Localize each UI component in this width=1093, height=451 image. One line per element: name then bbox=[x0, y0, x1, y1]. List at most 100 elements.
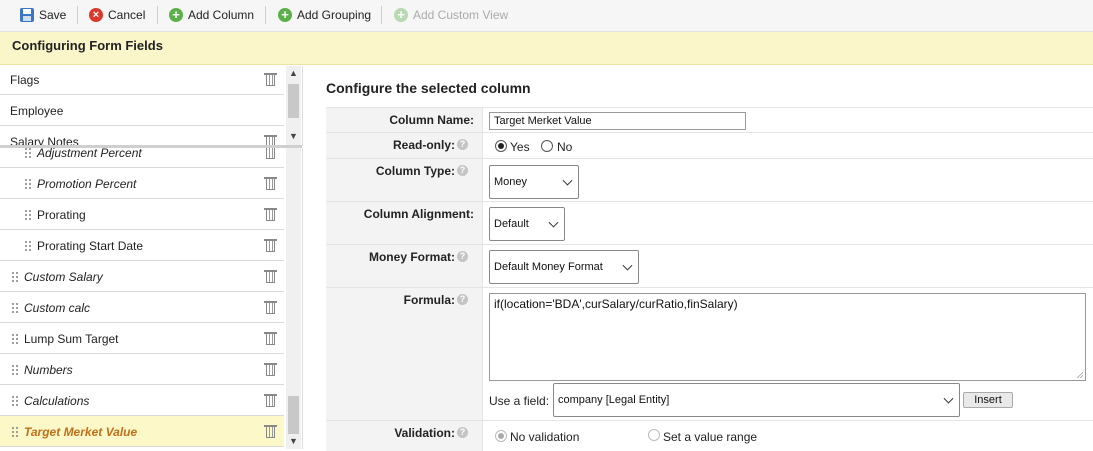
drag-handle-icon[interactable] bbox=[11, 395, 18, 406]
resize-handle-icon[interactable] bbox=[1076, 371, 1083, 378]
trash-icon[interactable] bbox=[264, 330, 277, 345]
scrollbar-thumb[interactable] bbox=[288, 396, 299, 434]
validation-label: Validation: bbox=[394, 426, 455, 440]
drag-handle-icon[interactable] bbox=[11, 364, 18, 375]
column-type-label-cell: Column Type: ? bbox=[326, 159, 483, 202]
drag-handle-icon[interactable] bbox=[24, 209, 31, 220]
cancel-button[interactable]: × Cancel bbox=[89, 6, 145, 24]
alignment-label-cell: Column Alignment: bbox=[326, 202, 483, 245]
no-validation-radio[interactable] bbox=[495, 430, 507, 442]
column-name-input[interactable]: Target Merket Value bbox=[489, 112, 746, 130]
list-item[interactable]: Custom Salary bbox=[0, 261, 284, 292]
cancel-label: Cancel bbox=[108, 8, 146, 22]
readonly-label: Read-only: bbox=[392, 138, 455, 152]
insert-button[interactable]: Insert bbox=[963, 392, 1013, 408]
field-list-scrollbar[interactable]: ▼ bbox=[286, 148, 301, 449]
column-name-label: Column Name: bbox=[389, 113, 474, 127]
page-header: Configuring Form Fields bbox=[0, 32, 1093, 65]
readonly-no-label: No bbox=[557, 140, 573, 154]
money-format-select[interactable]: Default Money Format bbox=[489, 250, 639, 284]
list-item[interactable]: Prorating Start Date bbox=[0, 230, 284, 261]
trash-icon[interactable] bbox=[264, 175, 277, 190]
drag-handle-icon[interactable] bbox=[11, 333, 18, 344]
alignment-label: Column Alignment: bbox=[363, 207, 474, 221]
drag-handle-icon[interactable] bbox=[11, 426, 18, 437]
value-range-radio[interactable] bbox=[648, 429, 660, 441]
trash-icon[interactable] bbox=[264, 148, 277, 159]
list-item[interactable]: Prorating bbox=[0, 199, 284, 230]
scrollbar-thumb[interactable] bbox=[288, 84, 299, 118]
help-icon[interactable]: ? bbox=[457, 251, 468, 262]
trash-icon[interactable] bbox=[264, 299, 277, 314]
drag-handle-icon[interactable] bbox=[24, 178, 31, 189]
help-icon[interactable]: ? bbox=[457, 294, 468, 305]
trash-icon[interactable] bbox=[264, 392, 277, 407]
add-column-label: Add Column bbox=[188, 8, 255, 22]
list-item-label: Lump Sum Target bbox=[24, 332, 119, 346]
add-grouping-button[interactable]: + Add Grouping bbox=[278, 6, 371, 24]
readonly-yes-radio[interactable] bbox=[495, 140, 507, 152]
trash-icon[interactable] bbox=[264, 361, 277, 376]
use-field-value: company [Legal Entity] bbox=[558, 394, 670, 406]
add-custom-view-button[interactable]: + Add Custom View bbox=[394, 6, 508, 24]
scroll-down-icon[interactable]: ▼ bbox=[286, 129, 301, 143]
drag-handle-icon[interactable] bbox=[11, 271, 18, 282]
list-item-label: Custom Salary bbox=[24, 270, 103, 284]
scroll-down-icon[interactable]: ▼ bbox=[286, 434, 301, 448]
drag-handle-icon[interactable] bbox=[24, 148, 31, 158]
readonly-label-cell: Read-only: ? bbox=[326, 133, 483, 159]
chevron-down-icon bbox=[562, 175, 573, 186]
top-panel-scrollbar[interactable]: ▲ ▼ bbox=[286, 66, 301, 146]
trash-icon[interactable] bbox=[264, 71, 277, 86]
list-item[interactable]: Lump Sum Target bbox=[0, 323, 284, 354]
no-validation-label: No validation bbox=[510, 430, 580, 444]
trash-icon[interactable] bbox=[264, 423, 277, 438]
help-icon[interactable]: ? bbox=[457, 427, 468, 438]
column-type-select[interactable]: Money bbox=[489, 165, 579, 199]
trash-icon[interactable] bbox=[264, 237, 277, 252]
readonly-no-radio[interactable] bbox=[541, 140, 553, 152]
drag-handle-icon[interactable] bbox=[24, 240, 31, 251]
column-type-label: Column Type: bbox=[375, 164, 455, 178]
validation-label-cell: Validation: ? bbox=[326, 421, 483, 451]
list-item-label: Custom calc bbox=[24, 301, 91, 315]
list-item[interactable]: Employee bbox=[0, 95, 284, 126]
toolbar-separator bbox=[381, 6, 382, 24]
list-item-label: Numbers bbox=[24, 363, 73, 377]
add-grouping-label: Add Grouping bbox=[297, 8, 372, 22]
list-item[interactable]: Calculations bbox=[0, 385, 284, 416]
list-item[interactable]: Salary Notes bbox=[0, 126, 284, 146]
use-field-label: Use a field: bbox=[489, 394, 550, 408]
add-column-button[interactable]: + Add Column bbox=[169, 6, 254, 24]
scroll-up-icon[interactable]: ▲ bbox=[286, 66, 301, 80]
list-item[interactable]: Numbers bbox=[0, 354, 284, 385]
help-icon[interactable]: ? bbox=[457, 165, 468, 176]
formula-row: Formula: ? if(location='BDA',curSalary/c… bbox=[326, 287, 1093, 421]
list-item[interactable]: Custom calc bbox=[0, 292, 284, 323]
add-icon: + bbox=[169, 8, 183, 22]
trash-icon[interactable] bbox=[264, 206, 277, 221]
save-button[interactable]: Save bbox=[20, 6, 66, 24]
formula-label-cell: Formula: ? bbox=[326, 288, 483, 421]
add-icon: + bbox=[278, 8, 292, 22]
field-list-panel: Adjustment Percent Promotion Percent Pro… bbox=[0, 148, 303, 449]
list-item[interactable]: Promotion Percent bbox=[0, 168, 284, 199]
money-format-label: Money Format: bbox=[368, 250, 455, 264]
list-item-label: Target Merket Value bbox=[24, 425, 138, 439]
list-item[interactable]: Flags bbox=[0, 66, 284, 95]
list-item-selected[interactable]: Target Merket Value bbox=[0, 416, 284, 447]
alignment-row: Column Alignment: Default bbox=[326, 201, 1093, 245]
drag-handle-icon[interactable] bbox=[11, 302, 18, 313]
alignment-select[interactable]: Default bbox=[489, 207, 565, 241]
help-icon[interactable]: ? bbox=[457, 139, 468, 150]
list-item[interactable]: Adjustment Percent bbox=[0, 148, 284, 168]
money-format-row: Money Format: ? Default Money Format bbox=[326, 244, 1093, 288]
trash-icon[interactable] bbox=[264, 268, 277, 283]
list-item-label: Adjustment Percent bbox=[37, 148, 142, 160]
use-field-select[interactable]: company [Legal Entity] bbox=[553, 383, 960, 417]
list-item-label: Prorating Start Date bbox=[37, 239, 144, 253]
formula-textarea[interactable]: if(location='BDA',curSalary/curRatio,fin… bbox=[489, 293, 1086, 381]
chevron-down-icon bbox=[943, 393, 954, 404]
list-item-label: Calculations bbox=[24, 394, 90, 408]
add-icon: + bbox=[394, 8, 408, 22]
